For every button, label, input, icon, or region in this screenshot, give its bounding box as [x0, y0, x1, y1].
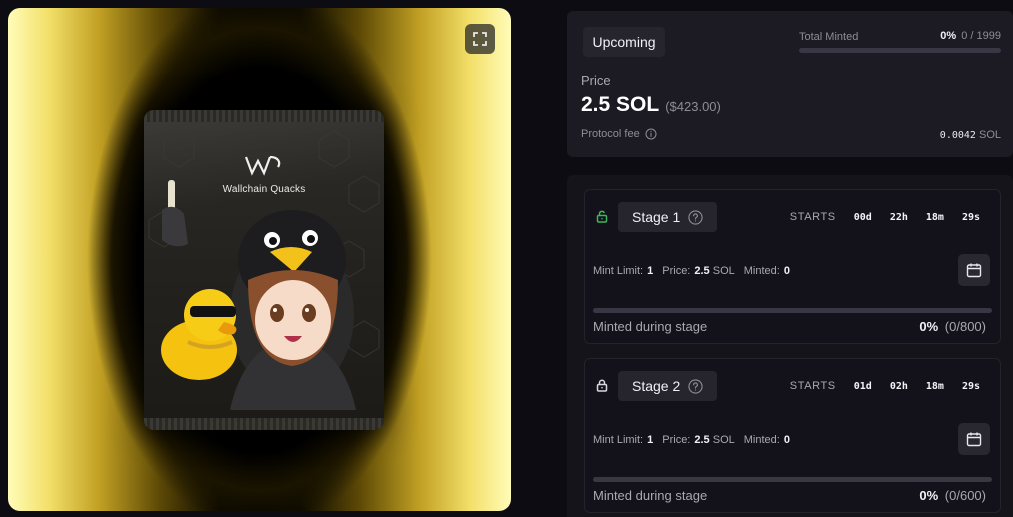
wallchain-logo	[244, 154, 284, 183]
price-usd: ($423.00)	[665, 99, 721, 114]
stage-name-button[interactable]: Stage 1	[618, 202, 718, 232]
protocol-fee: Protocol fee	[581, 128, 657, 140]
add-to-calendar-button[interactable]	[958, 254, 990, 286]
mint-limit-value: 1	[647, 265, 654, 277]
total-minted-percent: 0%	[940, 30, 957, 42]
stage-card-2: Stage 2 STARTS 01d 02h 18m 29s Mint Limi…	[584, 358, 1001, 513]
stage-price-value: 2.5	[694, 265, 710, 277]
stage-progress-bar	[593, 477, 992, 482]
stage-minted: Minted: 0	[744, 434, 790, 446]
stage-price-label: Price:	[662, 265, 691, 277]
stage-name: Stage 2	[632, 378, 681, 394]
stage-card-1: Stage 1 STARTS 00d 22h 18m 29s Mint Limi…	[584, 189, 1001, 344]
stage-price-unit: SOL	[712, 265, 735, 277]
starts-label: STARTS	[789, 211, 836, 223]
stage-minted: Minted: 0	[744, 265, 790, 277]
protocol-fee-value: 0.0042 SOL	[940, 129, 1001, 141]
price-sol: 2.5 SOL	[581, 93, 660, 116]
stage-name-button[interactable]: Stage 2	[618, 371, 718, 401]
mint-limit: Mint Limit: 1	[593, 265, 653, 277]
mint-info-card: Upcoming Total Minted 0% 0 / 1999 Price …	[567, 11, 1013, 157]
mint-limit-label: Mint Limit:	[593, 265, 644, 277]
expand-button[interactable]	[465, 24, 495, 54]
countdown-hours: 02h	[889, 380, 908, 392]
mint-limit-value: 1	[647, 434, 654, 446]
stage-price-unit: SOL	[712, 434, 735, 446]
countdown-seconds: 29s	[961, 380, 980, 392]
price-value: 2.5 SOL ($423.00)	[581, 93, 721, 117]
nft-pack-image: Wallchain Quacks	[144, 110, 384, 430]
price-label: Price	[581, 73, 611, 88]
mint-limit: Mint Limit: 1	[593, 434, 653, 446]
minted-during-stage-value: 0% (0/600)	[919, 488, 986, 503]
countdown-days: 00d	[853, 211, 872, 223]
countdown-days: 01d	[853, 380, 872, 392]
stage-price: Price: 2.5 SOL	[662, 265, 735, 277]
stage-info: Mint Limit: 1 Price: 2.5 SOL Minted: 0	[593, 265, 790, 277]
stage-progress-bar	[593, 308, 992, 313]
countdown-hours: 22h	[889, 211, 908, 223]
stage-minted-label: Minted:	[743, 434, 780, 446]
stage-minted-percent: 0%	[919, 488, 939, 503]
nft-artwork-panel: Wallchain Quacks	[8, 8, 511, 511]
mint-limit-label: Mint Limit:	[593, 434, 644, 446]
total-minted-progress-bar	[799, 48, 1001, 53]
expand-icon	[473, 32, 487, 46]
stage-price-label: Price:	[662, 434, 691, 446]
stage-price-value: 2.5	[694, 434, 710, 446]
stage-minted-ratio: (0/800)	[944, 319, 986, 334]
unlock-icon	[596, 210, 608, 223]
stage-countdown: STARTS 01d 02h 18m 29s	[790, 380, 980, 392]
stage-minted-value: 0	[783, 434, 790, 446]
stage-countdown: STARTS 00d 22h 18m 29s	[790, 211, 980, 223]
help-icon[interactable]	[688, 378, 703, 394]
countdown-seconds: 29s	[961, 211, 980, 223]
minted-during-stage-value: 0% (0/800)	[919, 319, 986, 334]
minted-during-stage-label: Minted during stage	[593, 319, 708, 334]
stage-name: Stage 1	[632, 209, 681, 225]
stage-minted-ratio: (0/600)	[944, 488, 986, 503]
stage-price: Price: 2.5 SOL	[662, 434, 735, 446]
total-minted-count: 0 / 1999	[961, 30, 1001, 42]
status-badge: Upcoming	[583, 27, 665, 57]
countdown-minutes: 18m	[925, 211, 944, 223]
calendar-icon	[966, 432, 982, 447]
countdown-minutes: 18m	[925, 380, 944, 392]
total-minted-value: 0% 0 / 1999	[940, 30, 1001, 42]
pack-title: Wallchain Quacks	[222, 184, 306, 195]
pack-crimp-bottom	[144, 418, 384, 430]
protocol-fee-unit: SOL	[978, 129, 1001, 141]
lock-icon	[596, 379, 608, 392]
stage-minted-percent: 0%	[919, 319, 939, 334]
protocol-fee-amount: 0.0042	[939, 130, 976, 141]
stage-minted-label: Minted:	[743, 265, 780, 277]
calendar-icon	[966, 263, 982, 278]
stage-minted-value: 0	[783, 265, 790, 277]
add-to-calendar-button[interactable]	[958, 423, 990, 455]
minted-during-stage-label: Minted during stage	[593, 488, 708, 503]
stages-list: Stage 1 STARTS 00d 22h 18m 29s Mint Limi…	[567, 175, 1013, 517]
total-minted-label: Total Minted	[799, 31, 859, 43]
protocol-fee-label: Protocol fee	[581, 128, 640, 140]
help-icon[interactable]	[688, 209, 703, 225]
stage-info: Mint Limit: 1 Price: 2.5 SOL Minted: 0	[593, 434, 790, 446]
info-icon[interactable]	[645, 128, 657, 140]
starts-label: STARTS	[789, 380, 836, 392]
